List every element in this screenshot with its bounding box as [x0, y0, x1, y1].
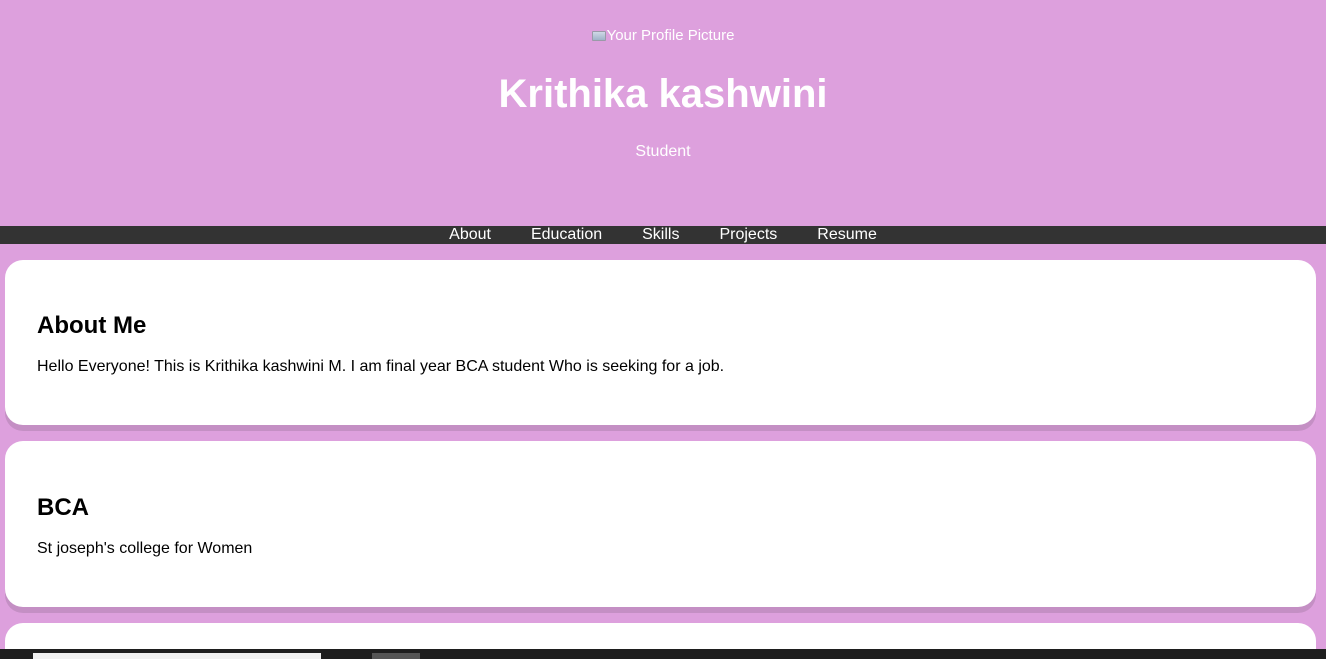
profile-picture: Your Profile Picture	[0, 27, 1326, 44]
nav-link-projects[interactable]: Projects	[719, 226, 777, 243]
broken-image-icon	[591, 31, 606, 41]
about-text: Hello Everyone! This is Krithika kashwin…	[37, 358, 725, 375]
main-nav: About Education Skills Projects Resume	[0, 226, 1326, 244]
taskbar-item[interactable]	[33, 653, 321, 659]
taskbar-item[interactable]	[372, 653, 420, 659]
profile-name: Krithika kashwini	[498, 72, 828, 116]
taskbar	[0, 649, 1326, 659]
education-section: BCA St joseph's college for Women	[5, 441, 1316, 607]
nav-link-resume[interactable]: Resume	[817, 226, 877, 243]
education-heading: BCA	[37, 494, 89, 521]
about-heading: About Me	[37, 312, 147, 339]
nav-link-about[interactable]: About	[449, 226, 491, 243]
profile-picture-alt-text: Your Profile Picture	[606, 27, 735, 44]
about-section: About Me Hello Everyone! This is Krithik…	[5, 260, 1316, 425]
nav-link-skills[interactable]: Skills	[642, 226, 679, 243]
profile-subtitle: Student	[635, 143, 691, 160]
education-text: St joseph's college for Women	[37, 540, 253, 557]
nav-link-education[interactable]: Education	[531, 226, 602, 243]
profile-header: Your Profile Picture Krithika kashwini S…	[0, 0, 1326, 226]
